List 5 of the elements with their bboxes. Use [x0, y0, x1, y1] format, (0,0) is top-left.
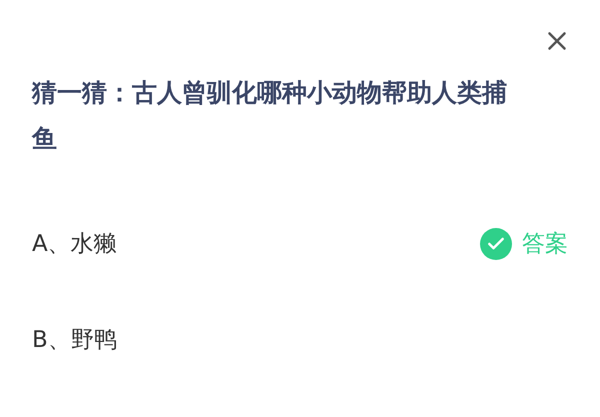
answer-label: 答案 [522, 230, 568, 259]
option-label: B、野鸭 [32, 326, 117, 355]
question-title: 猜一猜：古人曾驯化哪种小动物帮助人类捕鱼 [30, 77, 508, 155]
check-icon [480, 228, 512, 260]
option-label: A、水獭 [32, 230, 117, 259]
